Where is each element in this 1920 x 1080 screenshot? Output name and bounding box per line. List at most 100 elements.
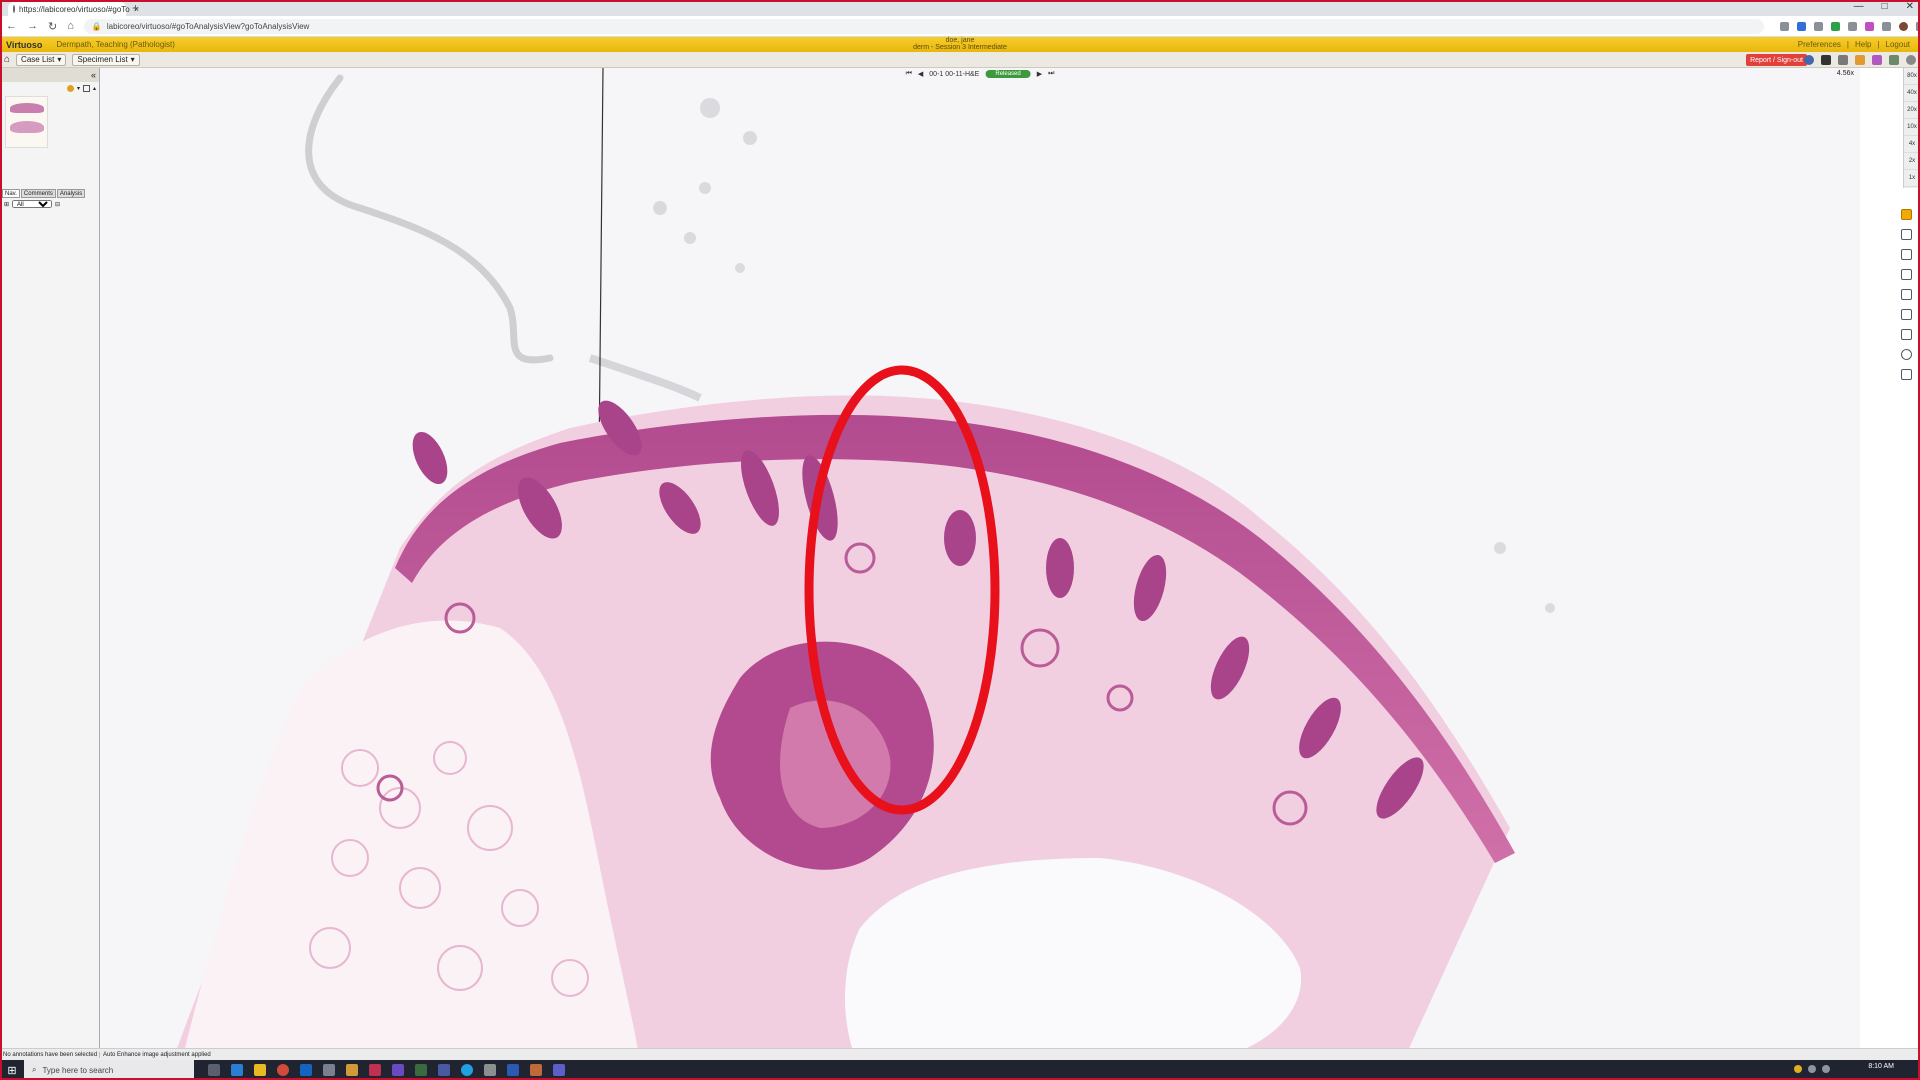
logout-link[interactable]: Logout xyxy=(1886,40,1910,49)
chrome-icon[interactable] xyxy=(277,1064,289,1076)
report-signout-button[interactable]: Report / Sign-out xyxy=(1746,54,1807,66)
ellipse-tool-icon[interactable] xyxy=(1901,349,1912,360)
app-icon[interactable] xyxy=(415,1064,427,1076)
ruler-tool-icon[interactable] xyxy=(1901,309,1912,320)
tab-title: https://labicoreo/virtuoso/#goTo xyxy=(19,4,130,14)
zoom-1x-button[interactable]: 1x xyxy=(1904,170,1920,187)
home-icon[interactable]: ⌂ xyxy=(67,20,74,32)
back-arrow-icon[interactable]: ← xyxy=(6,20,17,32)
network-icon[interactable] xyxy=(1808,1065,1816,1073)
extension-icon[interactable] xyxy=(1864,21,1874,31)
last-slide-icon[interactable]: ⏭ xyxy=(1048,70,1054,78)
maximize-button[interactable]: □ xyxy=(1882,1,1888,12)
chevron-down-icon[interactable]: ▾ xyxy=(77,85,80,92)
edge-icon[interactable] xyxy=(231,1064,243,1076)
pan-tool-icon[interactable] xyxy=(1901,209,1912,220)
zoom-10x-button[interactable]: 10x xyxy=(1904,119,1920,136)
app-icon[interactable] xyxy=(392,1064,404,1076)
filter-icon[interactable]: ⊟ xyxy=(55,201,60,208)
zoom-80x-button[interactable]: 80x xyxy=(1904,68,1920,85)
flag-icon[interactable] xyxy=(1855,55,1865,65)
app-logo: Virtuoso xyxy=(6,39,43,50)
star-icon[interactable] xyxy=(1779,21,1789,31)
screenshot-icon[interactable] xyxy=(1889,55,1899,65)
lasso-tool-icon[interactable] xyxy=(1901,249,1912,260)
outlook-icon[interactable] xyxy=(300,1064,312,1076)
zoom-40x-button[interactable]: 40x xyxy=(1904,85,1920,102)
file-explorer-icon[interactable] xyxy=(254,1064,266,1076)
status-bar: No annotations have been selected Auto E… xyxy=(0,1048,1920,1060)
app-icon[interactable] xyxy=(346,1064,358,1076)
next-slide-icon[interactable]: ▶ xyxy=(1037,70,1042,78)
taskbar-clock[interactable]: 8:10 AM xyxy=(1868,1063,1894,1070)
label-icon[interactable] xyxy=(66,84,74,92)
annotation-tools xyxy=(1897,200,1917,410)
first-slide-icon[interactable]: ⏮ xyxy=(906,70,912,78)
app-icon[interactable] xyxy=(323,1064,335,1076)
zoom-4x-button[interactable]: 4x xyxy=(1904,136,1920,153)
tab-comments[interactable]: Comments xyxy=(20,189,56,198)
tab-analysis[interactable]: Analysis xyxy=(56,189,86,198)
volume-icon[interactable] xyxy=(1822,1065,1830,1073)
search-icon[interactable] xyxy=(1906,55,1916,65)
app-icon[interactable] xyxy=(369,1064,381,1076)
extension-icon[interactable] xyxy=(1881,21,1891,31)
slide-thumbnail[interactable] xyxy=(5,96,48,148)
annotation-filter-select[interactable]: All xyxy=(12,200,53,208)
extension-icon[interactable] xyxy=(1813,21,1823,31)
layers-tool-icon[interactable] xyxy=(1901,369,1912,380)
minimize-button[interactable]: — xyxy=(1854,1,1864,12)
chevron-down-icon: ▾ xyxy=(130,55,135,64)
collapse-panel-icon[interactable]: « xyxy=(91,70,96,80)
share-icon[interactable] xyxy=(1838,55,1848,65)
rectangle-tool-icon[interactable] xyxy=(1901,229,1912,240)
palette-icon[interactable] xyxy=(1872,55,1882,65)
extension-icon[interactable] xyxy=(1847,21,1857,31)
debris-strand xyxy=(588,354,702,402)
enhance-status: Auto Enhance image adjustment applied xyxy=(103,1051,211,1058)
forward-arrow-icon[interactable]: → xyxy=(27,20,38,32)
url-field[interactable]: 🔒 labicoreo/virtuoso/#goToAnalysisView?g… xyxy=(83,18,1764,34)
task-view-icon[interactable] xyxy=(208,1064,220,1076)
preferences-link[interactable]: Preferences xyxy=(1798,40,1841,49)
zoom-2x-button[interactable]: 2x xyxy=(1904,153,1920,170)
profile-avatar-icon[interactable] xyxy=(1898,21,1908,31)
windows-start-icon[interactable]: ⊞ xyxy=(0,1064,24,1077)
tab-nav[interactable]: Nav. xyxy=(2,189,20,198)
app-icon[interactable] xyxy=(438,1064,450,1076)
user-name: doe, jane xyxy=(945,37,975,44)
url-text: labicoreo/virtuoso/#goToAnalysisView?goT… xyxy=(106,21,310,31)
close-window-button[interactable]: ✕ xyxy=(1906,1,1914,12)
menu-icon[interactable] xyxy=(1915,21,1919,31)
app-icon[interactable] xyxy=(484,1064,496,1076)
chevron-up-icon[interactable]: ▴ xyxy=(93,85,96,92)
slide-viewer[interactable]: ⏮ ◀ 00-1 00-11-H&E Released ▶ ⏭ 4.56x xyxy=(100,68,1860,1048)
word-icon[interactable] xyxy=(507,1064,519,1076)
zoom-20x-button[interactable]: 20x xyxy=(1904,102,1920,119)
lock-icon: 🔒 xyxy=(91,21,102,31)
browser-tab[interactable]: https://labicoreo/virtuoso/#goTo × xyxy=(8,2,139,16)
taskbar-search[interactable]: ⌕ Type here to search xyxy=(24,1060,194,1080)
app-icon[interactable] xyxy=(530,1064,542,1076)
settings-icon[interactable] xyxy=(82,84,90,92)
prev-slide-icon[interactable]: ◀ xyxy=(918,70,923,78)
extension-icon[interactable] xyxy=(1830,21,1840,31)
reload-icon[interactable]: ↻ xyxy=(48,20,57,33)
info-icon[interactable] xyxy=(1804,55,1814,65)
notification-icon[interactable] xyxy=(1794,1065,1802,1073)
extension-icon[interactable] xyxy=(1796,21,1806,31)
pen-tool-icon[interactable] xyxy=(1901,329,1912,340)
case-list-dropdown[interactable]: Case List ▾ xyxy=(16,53,67,66)
arrow-tool-icon[interactable] xyxy=(1901,289,1912,300)
skype-icon[interactable] xyxy=(461,1064,473,1076)
teams-icon[interactable] xyxy=(553,1064,565,1076)
measure-tool-icon[interactable] xyxy=(1901,269,1912,280)
annotate-icon[interactable] xyxy=(1821,55,1831,65)
window-controls: — □ ✕ xyxy=(1854,1,1914,12)
home-icon[interactable]: ⌂ xyxy=(4,54,10,65)
specimen-list-dropdown[interactable]: Specimen List ▾ xyxy=(72,53,140,66)
system-tray xyxy=(1794,1065,1830,1073)
help-link[interactable]: Help xyxy=(1855,40,1871,49)
new-tab-button[interactable]: + xyxy=(132,1,139,15)
filter-icon[interactable]: ⊞ xyxy=(4,201,9,208)
